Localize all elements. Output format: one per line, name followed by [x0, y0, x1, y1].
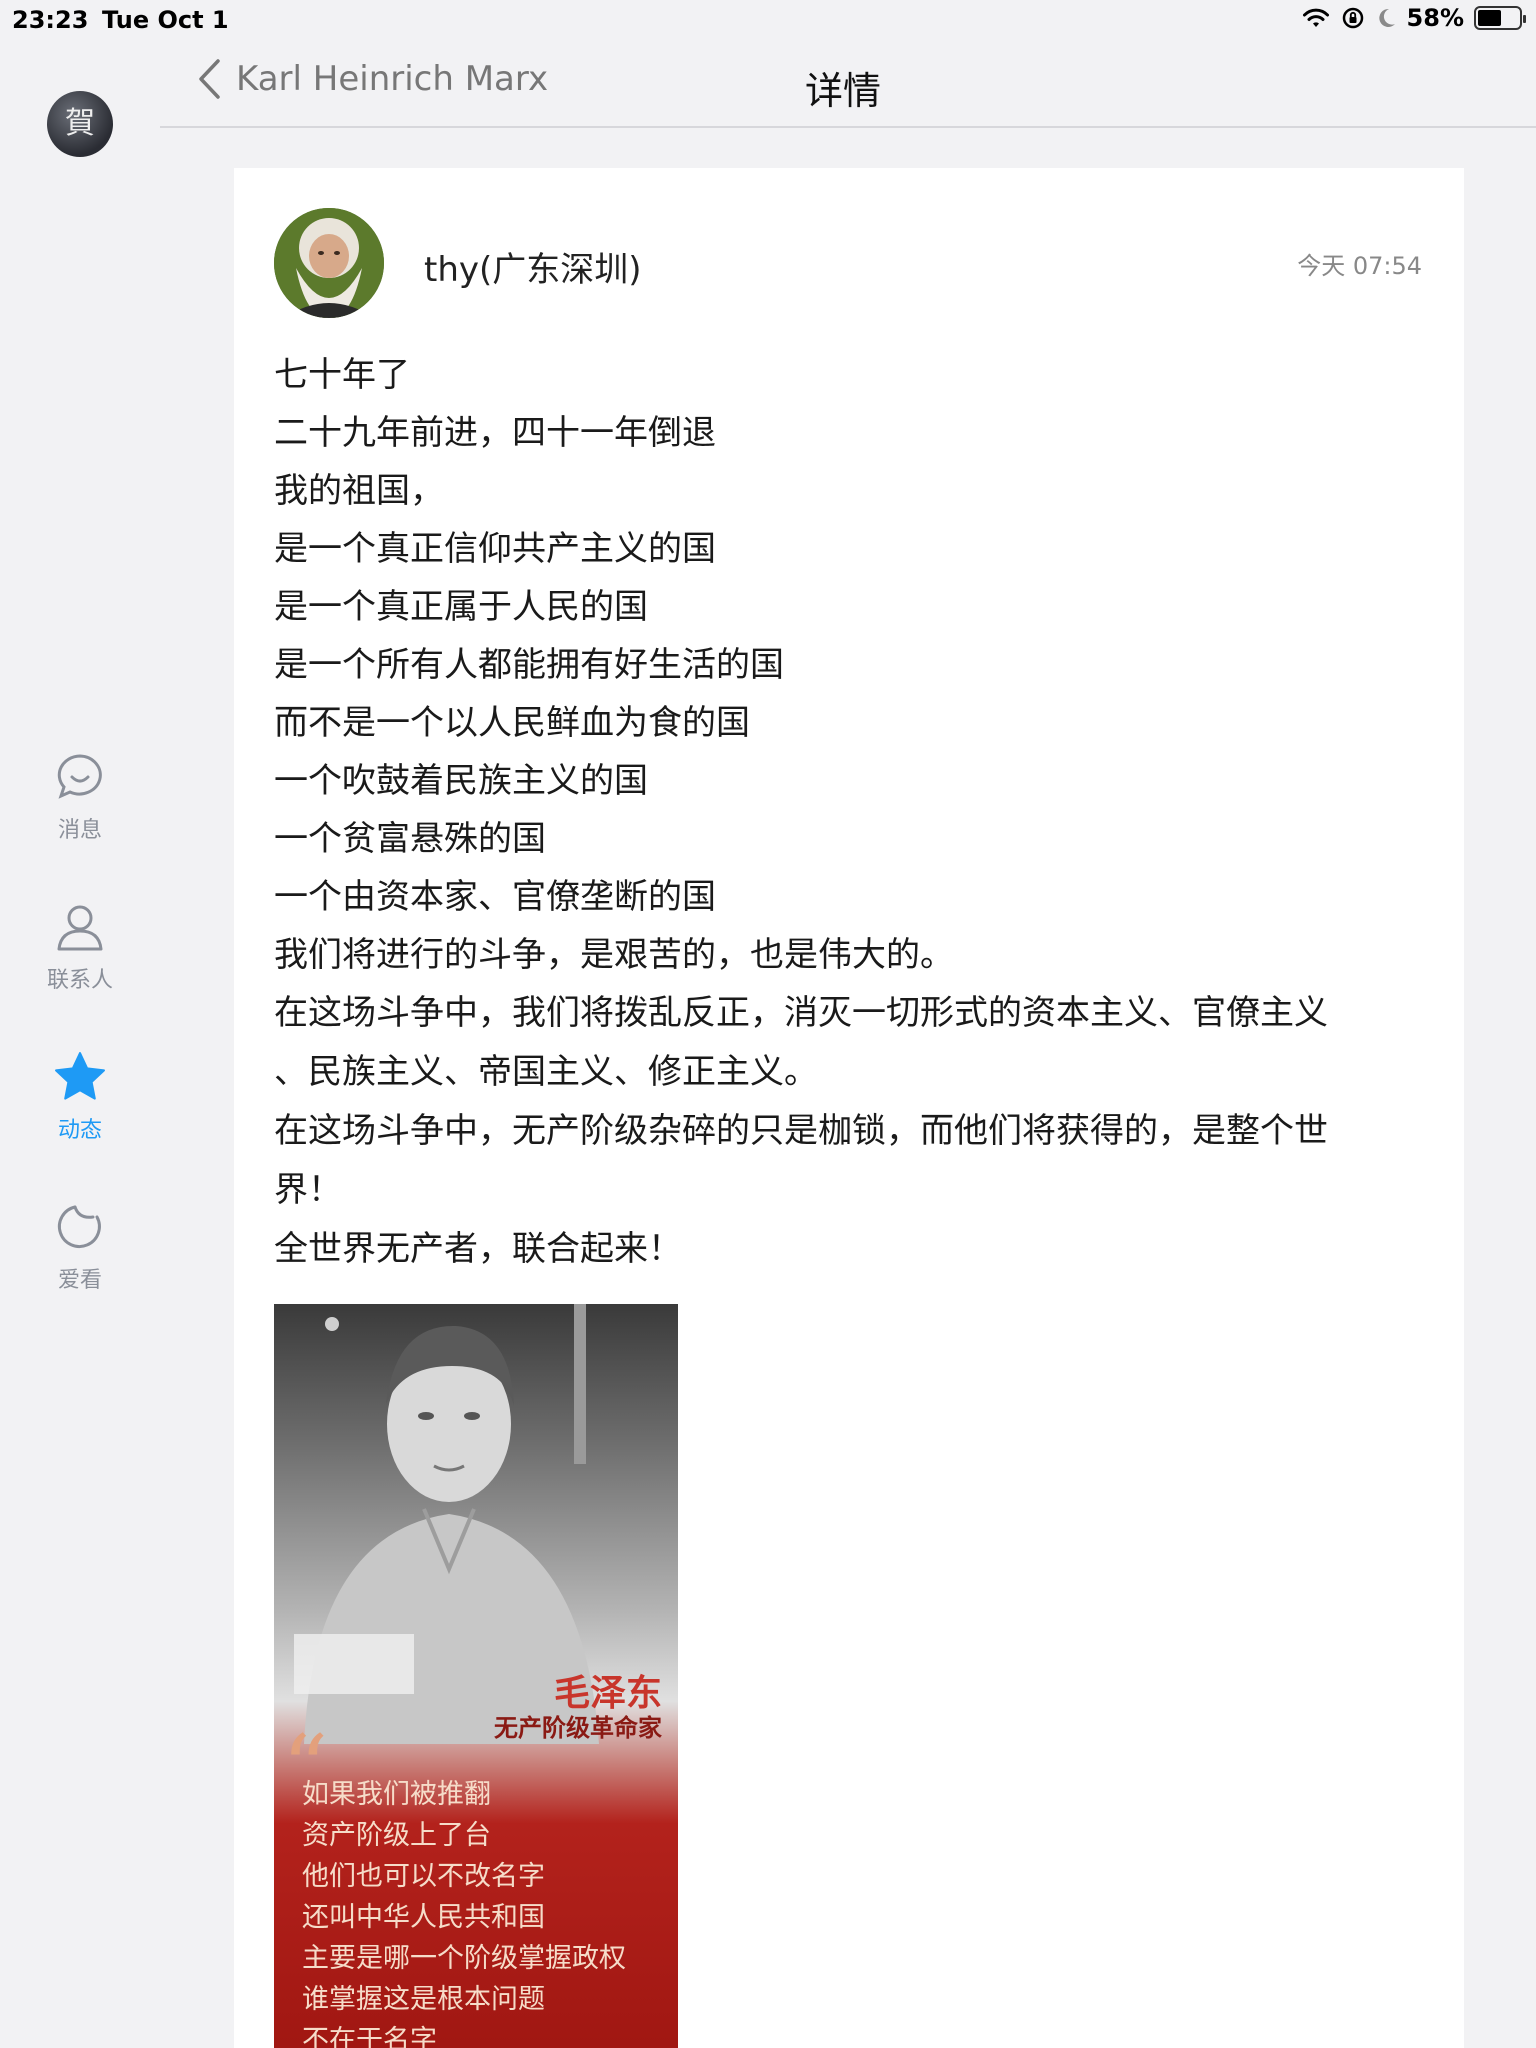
quote-line: 如果我们被推翻 — [302, 1779, 491, 1810]
battery-percent: 58% — [1406, 4, 1464, 32]
post-card: thy(广东深圳) 今天 07:54 七十年了 二十九年前进，四十一年倒退 我的… — [234, 168, 1464, 2048]
nav-feed-label: 动态 — [57, 1118, 102, 1143]
orientation-lock-icon — [1342, 7, 1363, 29]
nav-header: Karl Heinrich Marx 详情 — [160, 40, 1536, 128]
my-avatar[interactable]: 賀 — [47, 91, 113, 157]
post-line: 我的祖国， — [274, 471, 444, 511]
post-image[interactable]: 毛泽东 无产阶级革命家 “ 如果我们被推翻 资产阶级上了台 他们也可以不改名字 … — [274, 1304, 678, 2048]
status-date: Tue Oct 1 — [102, 6, 229, 34]
author-portrait-icon — [274, 208, 384, 318]
moon-icon — [1378, 8, 1395, 27]
page-title-text: 详情 — [804, 69, 881, 113]
chat-bubble-icon — [57, 754, 102, 799]
post-author[interactable]: thy(广东深圳) — [424, 242, 642, 291]
post-line: 我们将进行的斗争，是艰苦的，也是伟大的。 — [274, 935, 954, 975]
nav-messages[interactable]: 消息 — [20, 750, 140, 844]
nav-feed[interactable]: 动态 — [20, 1050, 140, 1144]
quote-line: 谁掌握这是根本问题 — [302, 1984, 545, 2015]
person-icon — [57, 905, 103, 951]
post-line: 二十九年前进，四十一年倒退 — [274, 413, 716, 453]
quote-line: 不在于名字 — [302, 2025, 437, 2048]
status-bar: 23:23 Tue Oct 1 58% — [0, 0, 1536, 40]
quote-line: 他们也可以不改名字 — [302, 1861, 545, 1892]
post-line: 全世界无产者，联合起来！ — [274, 1229, 682, 1269]
nav-messages-label: 消息 — [57, 818, 102, 843]
author-avatar[interactable] — [274, 208, 384, 318]
quote-line: 主要是哪一个阶级掌握政权 — [302, 1943, 626, 1974]
battery-fill — [1478, 10, 1501, 26]
wifi-icon — [1302, 8, 1329, 27]
post-line: 一个贫富悬殊的国 — [274, 819, 546, 859]
post-line: 是一个真正信仰共产主义的国 — [274, 529, 716, 569]
nav-watch[interactable]: 爱看 — [20, 1200, 140, 1294]
left-rail: 賀 消息 联系人 动态 爱看 — [0, 40, 160, 2048]
post-line: 在这场斗争中，我们将拨乱反正，消灭一切形式的资本主义、官僚主义 、民族主义、帝国… — [274, 993, 1328, 1092]
post-line: 是一个真正属于人民的国 — [274, 587, 648, 627]
page-title: 详情 — [160, 60, 1536, 115]
post-line: 在这场斗争中，无产阶级杂碎的只是枷锁，而他们将获得的，是整个世 界！ — [274, 1111, 1328, 1210]
post-line: 而不是一个以人民鲜血为食的国 — [274, 703, 750, 743]
post-line: 一个吹鼓着民族主义的国 — [274, 761, 648, 801]
refresh-moon-icon — [57, 1205, 101, 1248]
avatar-text: 賀 — [65, 106, 95, 141]
poster-role: 无产阶级革命家 — [494, 1713, 662, 1742]
poster-quote: 如果我们被推翻 资产阶级上了台 他们也可以不改名字 还叫中华人民共和国 主要是哪… — [302, 1774, 626, 2048]
post-line: 是一个所有人都能拥有好生活的国 — [274, 645, 784, 685]
post-time: 今天 07:54 — [1297, 252, 1422, 280]
post-line: 一个由资本家、官僚垄断的国 — [274, 877, 716, 917]
quote-line: 资产阶级上了台 — [302, 1820, 491, 1851]
star-icon — [55, 1052, 105, 1100]
battery-icon — [1474, 6, 1526, 30]
quote-line: 还叫中华人民共和国 — [302, 1902, 545, 1933]
post-line: 七十年了 — [274, 355, 410, 395]
status-right: 58% — [1301, 4, 1526, 32]
nav-contacts-label: 联系人 — [46, 968, 113, 993]
nav-contacts[interactable]: 联系人 — [20, 900, 140, 994]
status-time: 23:23 — [12, 6, 89, 34]
nav-watch-label: 爱看 — [57, 1268, 102, 1293]
post-content: 七十年了 二十九年前进，四十一年倒退 我的祖国， 是一个真正信仰共产主义的国 是… — [274, 346, 1434, 1278]
